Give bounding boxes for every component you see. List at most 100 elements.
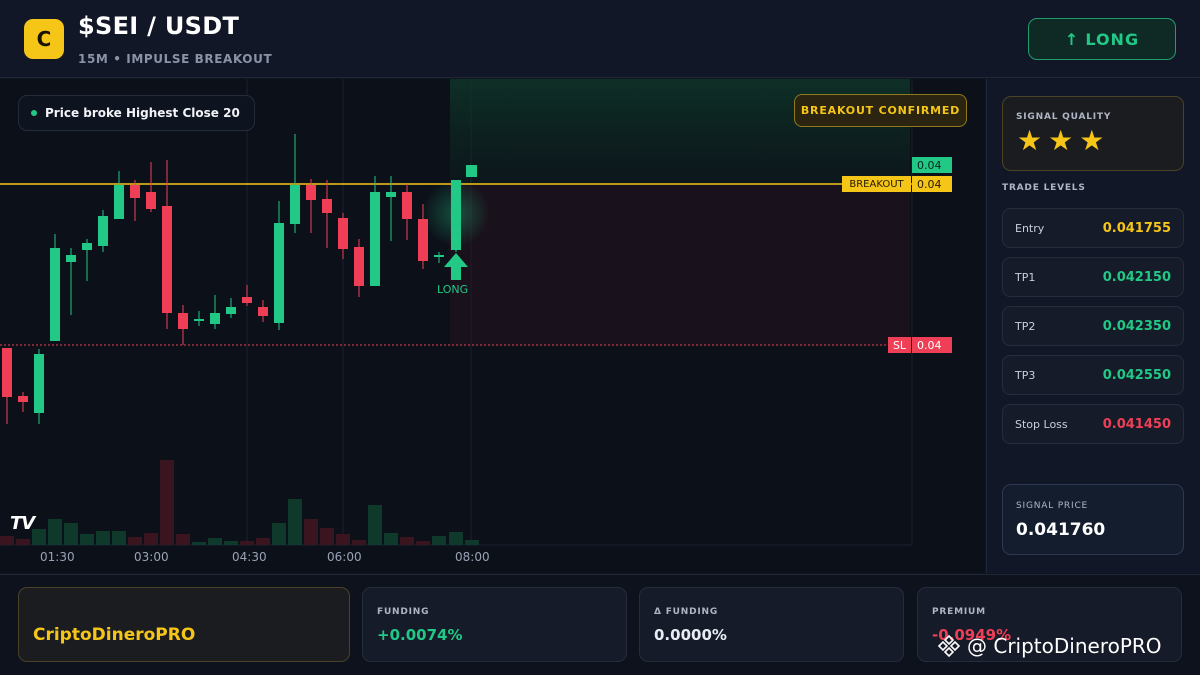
level-stop-loss: Stop Loss 0.041450 — [1002, 404, 1184, 444]
status-dot-icon — [31, 110, 37, 116]
level-name: TP3 — [1015, 368, 1036, 382]
candlestick-chart — [0, 79, 913, 546]
stop-loss-price-tag: 0.04 — [912, 337, 952, 353]
volume-bar — [48, 519, 62, 545]
candle-body — [2, 348, 12, 397]
volume-bar — [16, 539, 30, 545]
price-chart[interactable]: Price broke Highest Close 20 BREAKOUT CO… — [0, 79, 985, 573]
delta-funding-card: Δ FUNDING 0.0000% — [639, 587, 904, 662]
volume-bar — [144, 533, 158, 545]
level-value: 0.041755 — [1102, 220, 1171, 236]
level-tp2: TP2 0.042350 — [1002, 306, 1184, 346]
long-label: LONG — [1085, 29, 1140, 49]
star-rating-icon: ★★★ — [1017, 124, 1111, 157]
candle-body — [82, 243, 92, 250]
volume-bar — [352, 540, 366, 545]
long-button[interactable]: ↑ LONG — [1028, 18, 1176, 60]
volume-bar — [320, 528, 334, 545]
binance-icon — [937, 634, 961, 658]
trade-levels-title: TRADE LEVELS — [1002, 183, 1086, 193]
breakout-note-text: Price broke Highest Close 20 — [45, 106, 240, 120]
volume-bar — [80, 534, 94, 545]
candle-body — [98, 216, 108, 246]
volume-bars — [0, 460, 479, 545]
level-value: 0.042350 — [1102, 318, 1171, 334]
coin-logo-icon: C — [24, 19, 64, 59]
candle-body — [258, 307, 268, 316]
breakout-note: Price broke Highest Close 20 — [18, 95, 255, 131]
pair-title: $SEI / USDT — [78, 12, 240, 40]
candle-body — [114, 185, 124, 219]
volume-bar — [240, 541, 254, 545]
volume-bar — [96, 531, 110, 545]
time-axis-label: 08:00 — [455, 550, 490, 564]
signal-marker — [466, 165, 477, 177]
level-entry: Entry 0.041755 — [1002, 208, 1184, 248]
brand-name: CriptoDineroPRO — [33, 625, 196, 645]
time-axis-label: 06:00 — [327, 550, 362, 564]
funding-label: FUNDING — [377, 607, 430, 617]
volume-bar — [160, 460, 174, 545]
volume-bar — [128, 537, 142, 545]
level-value: 0.041450 — [1102, 416, 1171, 432]
candle-body — [146, 192, 156, 209]
volume-bar — [176, 534, 190, 545]
signal-price-label: SIGNAL PRICE — [1016, 501, 1089, 511]
candle-body — [194, 319, 204, 321]
level-name: Entry — [1015, 221, 1045, 235]
level-tp1: TP1 0.042150 — [1002, 257, 1184, 297]
stop-loss-zone — [450, 185, 910, 345]
time-axis-label: 03:00 — [134, 550, 169, 564]
signal-quality-label: SIGNAL QUALITY — [1016, 112, 1112, 122]
level-name: Stop Loss — [1015, 417, 1068, 431]
long-entry-marker: LONG — [437, 283, 469, 296]
watermark: @ CriptoDineroPRO — [937, 634, 1162, 658]
candle-body — [210, 313, 220, 324]
volume-bar — [272, 523, 286, 545]
time-axis-label: 04:30 — [232, 550, 267, 564]
candle-body — [418, 219, 428, 261]
volume-bar — [64, 523, 78, 545]
candle-body — [242, 297, 252, 303]
premium-label: PREMIUM — [932, 607, 986, 617]
candle-body — [322, 199, 332, 213]
level-value: 0.042550 — [1102, 367, 1171, 383]
volume-bar — [336, 534, 350, 545]
candle-body — [338, 218, 348, 249]
volume-bar — [432, 536, 446, 545]
candle-body — [386, 192, 396, 197]
level-tp3: TP3 0.042550 — [1002, 355, 1184, 395]
candle-body — [354, 247, 364, 286]
current-price-tag: 0.04 — [912, 157, 952, 173]
level-name: TP2 — [1015, 319, 1036, 333]
time-axis-label: 01:30 — [40, 550, 75, 564]
candle-body — [50, 248, 60, 341]
volume-bar — [304, 519, 318, 545]
candle-body — [18, 396, 28, 402]
stop-loss-line-label: SL — [888, 337, 911, 353]
volume-bar — [416, 541, 430, 545]
candle-body — [178, 313, 188, 329]
timeframe-subtitle: 15M • IMPULSE BREAKOUT — [78, 52, 273, 66]
arrow-up-icon: ↑ — [1064, 29, 1080, 49]
candle-body — [274, 223, 284, 323]
volume-bar — [0, 536, 14, 545]
candle-body — [370, 192, 380, 286]
volume-bar — [192, 542, 206, 545]
breakout-price-tag: 0.04 — [912, 176, 952, 192]
level-value: 0.042150 — [1102, 269, 1171, 285]
level-name: TP1 — [1015, 270, 1036, 284]
breakout-confirmed-badge: BREAKOUT CONFIRMED — [794, 94, 967, 127]
signal-quality-card: SIGNAL QUALITY ★★★ — [1002, 96, 1184, 171]
volume-bar — [112, 531, 126, 545]
candle-body — [162, 206, 172, 313]
brand-card: CriptoDineroPRO — [18, 587, 350, 662]
candle-body — [451, 180, 461, 250]
volume-bar — [384, 533, 398, 545]
volume-bar — [288, 499, 302, 545]
candle-body — [34, 354, 44, 413]
candles — [2, 134, 477, 424]
funding-card: FUNDING +0.0074% — [362, 587, 627, 662]
candle-body — [434, 255, 444, 257]
candle-body — [226, 307, 236, 314]
